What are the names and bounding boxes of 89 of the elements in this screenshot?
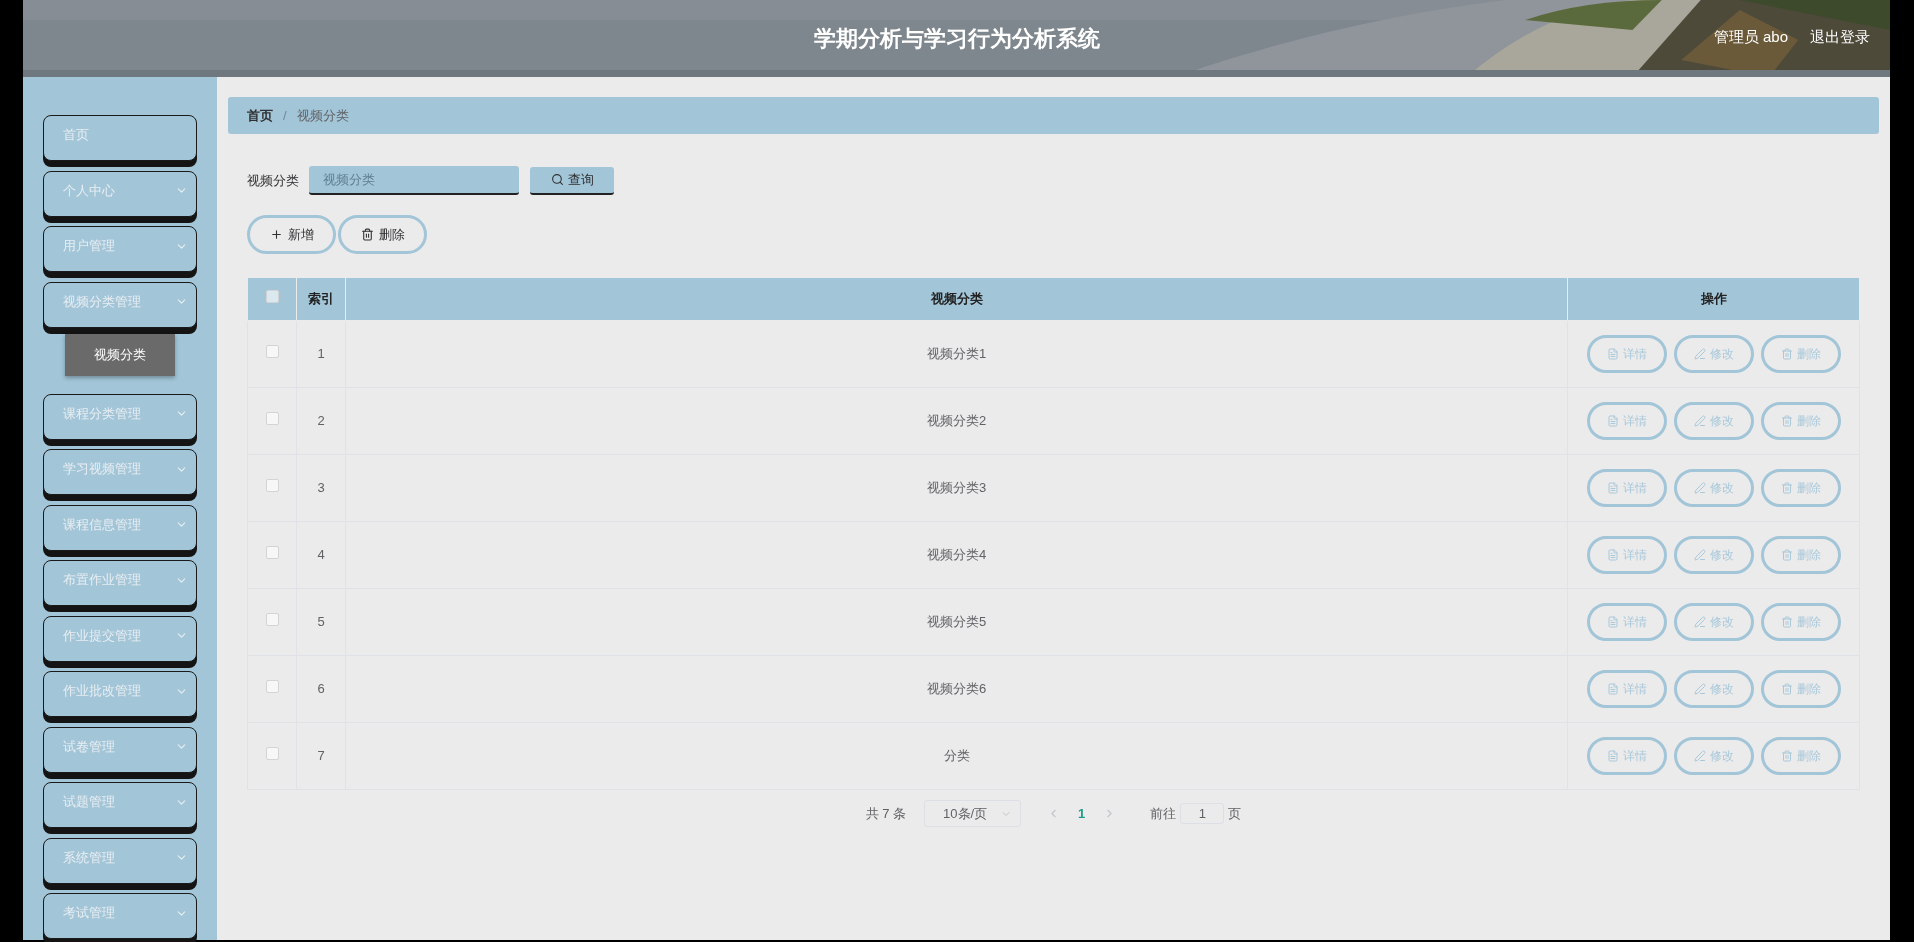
table-cell: 3 [296,454,346,522]
trash-icon [1780,415,1793,427]
row-action-button[interactable]: 删除 [1760,402,1841,440]
pen-icon [1693,683,1706,695]
page-number[interactable]: 1 [1070,803,1094,824]
breadcrumb-link[interactable]: 首页 [247,105,273,126]
pen-icon [1693,549,1706,561]
breadcrumb-separator: / [283,106,287,125]
row-action-button[interactable]: 删除 [1760,670,1841,708]
row-action-button[interactable]: 详情 [1586,670,1667,708]
trash-icon [1780,549,1793,561]
row-action-button[interactable]: 删除 [1760,469,1841,507]
document-icon [1606,683,1619,695]
trash-icon [1780,482,1793,494]
checkbox[interactable] [265,680,279,694]
total-count: 共 7 条 [865,804,907,823]
search-label: 视频分类 [247,171,299,190]
table-cell: 视频分类4 [345,521,1568,589]
checkbox[interactable] [265,412,279,426]
trash-icon [1780,750,1793,762]
trash-icon [1780,683,1793,695]
trash-icon [1780,348,1793,360]
row-action-button[interactable]: 修改 [1673,469,1754,507]
checkbox[interactable] [265,546,279,560]
table-cell: 7 [296,722,346,790]
table-cell: 视频分类1 [345,320,1568,388]
app-title: 学期分析与学习行为分析系统 [813,25,1100,53]
goto-suffix: 页 [1228,804,1242,823]
document-icon [1606,415,1619,427]
logout-link[interactable]: 退出登录 [1810,26,1870,49]
table-cell: 视频分类2 [345,387,1568,455]
row-action-button[interactable]: 详情 [1586,737,1667,775]
document-icon [1606,482,1619,494]
plus-icon [269,228,283,241]
column-header: 操作 [1567,277,1860,321]
checkbox[interactable] [265,613,279,627]
checkbox[interactable] [265,290,279,304]
row-action-button[interactable]: 修改 [1673,737,1754,775]
row-action-button[interactable]: 删除 [1760,603,1841,641]
add-button[interactable]: 新增 [247,215,336,254]
row-action-button[interactable]: 删除 [1760,737,1841,775]
document-icon [1606,348,1619,360]
trash-icon [360,228,374,241]
document-icon [1606,549,1619,561]
pen-icon [1693,616,1706,628]
submenu-item[interactable]: 视频分类 [65,334,175,376]
search-icon [550,173,564,186]
checkbox[interactable] [265,747,279,761]
pen-icon [1693,415,1706,427]
goto-page-field[interactable]: 1 [1180,803,1225,824]
column-header: 索引 [296,277,346,321]
query-button[interactable]: 查询 [530,166,614,195]
page-size-select[interactable]: 10条/页 [924,800,1022,827]
table-cell: 6 [296,655,346,723]
search-field[interactable]: 视频分类 [309,166,519,195]
row-action-button[interactable]: 详情 [1586,603,1667,641]
row-action-button[interactable]: 修改 [1673,603,1754,641]
menu-item[interactable]: 考试管理 [43,893,197,939]
table-cell: 2 [296,387,346,455]
checkbox[interactable] [265,345,279,359]
table-cell: 1 [296,320,346,388]
pen-icon [1693,482,1706,494]
trash-icon [1780,616,1793,628]
table-cell: 4 [296,521,346,589]
document-icon [1606,616,1619,628]
table-cell: 分类 [345,722,1568,790]
row-action-button[interactable]: 详情 [1586,536,1667,574]
column-header: 视频分类 [345,277,1568,321]
row-action-button[interactable]: 详情 [1586,469,1667,507]
row-action-button[interactable]: 修改 [1673,335,1754,373]
document-icon [1606,750,1619,762]
table-cell: 5 [296,588,346,656]
pen-icon [1693,348,1706,360]
row-action-button[interactable]: 修改 [1673,536,1754,574]
row-action-button[interactable]: 详情 [1586,402,1667,440]
table-cell: 视频分类3 [345,454,1568,522]
row-action-button[interactable]: 详情 [1586,335,1667,373]
checkbox[interactable] [265,479,279,493]
row-action-button[interactable]: 删除 [1760,536,1841,574]
row-action-button[interactable]: 修改 [1673,402,1754,440]
goto-label: 前往 [1150,804,1177,823]
user-label: 管理员 abo [1713,27,1788,47]
row-action-button[interactable]: 修改 [1673,670,1754,708]
row-action-button[interactable]: 删除 [1760,335,1841,373]
pen-icon [1693,750,1706,762]
table-cell: 视频分类5 [345,588,1568,656]
delete-button[interactable]: 删除 [338,215,427,254]
breadcrumb-link[interactable]: 视频分类 [296,105,349,126]
table-cell: 视频分类6 [345,655,1568,723]
